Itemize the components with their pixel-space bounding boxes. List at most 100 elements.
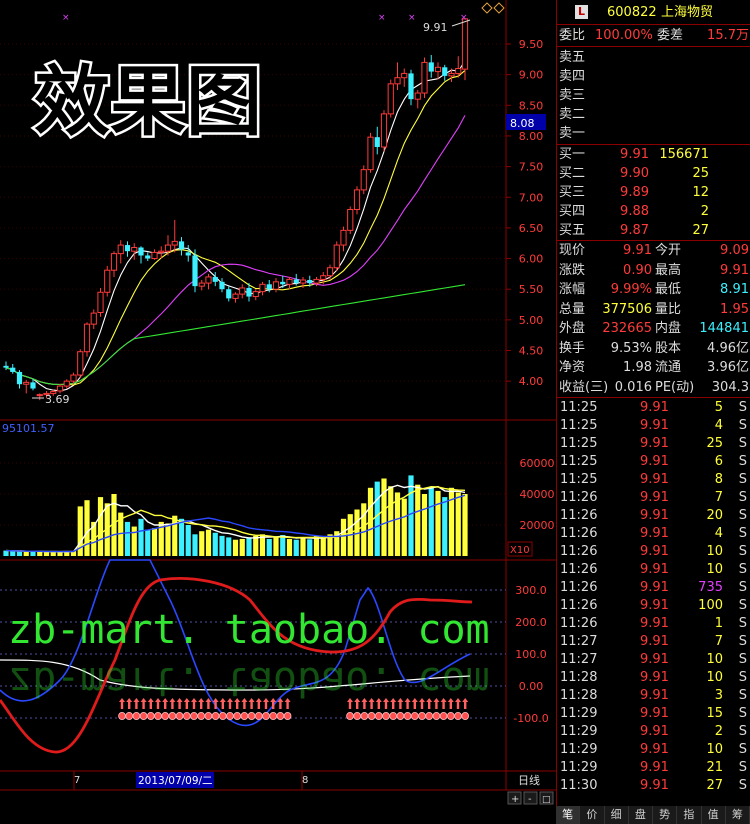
- tick-row: 11:30 9.91 27 S: [557, 776, 750, 795]
- quote-row: 总量 377506 量比 1.95: [557, 300, 750, 319]
- tick-side: S: [738, 724, 747, 739]
- tick-time: 11:29: [560, 724, 598, 739]
- period-label[interactable]: 日线: [518, 773, 540, 787]
- tab-5[interactable]: 指: [677, 806, 702, 824]
- tick-price: 9.91: [640, 616, 669, 631]
- tick-side: S: [738, 706, 747, 721]
- candle: [90, 309, 97, 330]
- volume-bars: [3, 475, 468, 556]
- restore-button[interactable]: □: [539, 791, 554, 805]
- tick-price: 9.91: [640, 760, 669, 775]
- tab-7[interactable]: 筹: [726, 806, 750, 824]
- candle: [212, 272, 218, 287]
- event-marker: ×: [378, 13, 386, 23]
- tab-2[interactable]: 细: [605, 806, 629, 824]
- ask-label: 卖二: [559, 107, 586, 122]
- tick-volume: 20: [706, 508, 723, 523]
- tab-3[interactable]: 盘: [629, 806, 653, 824]
- candle: [219, 278, 225, 293]
- ask-row: 卖五: [557, 48, 750, 67]
- volume-bar: [293, 539, 299, 556]
- tick-price: 9.91: [640, 508, 669, 523]
- tick-volume: 5: [714, 400, 723, 415]
- candle: [205, 273, 212, 290]
- tick-price: 9.91: [640, 454, 669, 469]
- tick-row: 11:26 9.91 20 S: [557, 506, 750, 525]
- tab-1[interactable]: 价: [580, 806, 605, 824]
- volume-bar: [50, 552, 56, 556]
- candle: [421, 57, 428, 98]
- quote-label: 净资: [559, 360, 586, 375]
- tick-price: 9.91: [640, 670, 669, 685]
- tick-price: 9.91: [640, 400, 669, 415]
- bid-row: 买四 9.88 2: [557, 202, 750, 221]
- tick-row: 11:28 9.91 3 S: [557, 686, 750, 705]
- candle: [442, 64, 448, 81]
- signal-ball: [118, 712, 126, 721]
- candle: [461, 18, 469, 81]
- indicator-axis: 300.0 200.0 100.0 0.00 -100.0: [513, 584, 548, 725]
- bid-label: 买五: [559, 223, 586, 238]
- quote-value: 232665: [602, 321, 652, 336]
- candle: [232, 292, 239, 303]
- selected-date-label: 2013/07/09/二: [138, 775, 213, 787]
- tick-volume: 21: [706, 760, 723, 775]
- ask-label: 卖三: [559, 88, 586, 103]
- tick-volume: 15: [706, 706, 723, 721]
- bid-volume: 2: [700, 204, 709, 219]
- volume-axis: 60000 40000 20000: [520, 457, 555, 532]
- quote-value: 1.98: [623, 360, 652, 375]
- signal-ball: [262, 712, 270, 721]
- tick-price: 9.91: [640, 634, 669, 649]
- quote-value: 8.91: [720, 282, 749, 297]
- tab-4[interactable]: 势: [653, 806, 678, 824]
- svg-text:+: +: [511, 794, 519, 805]
- signal-ball: [219, 712, 227, 721]
- volume-bar: [192, 534, 198, 556]
- signal-ball: [396, 712, 405, 721]
- tick-side: S: [738, 778, 747, 793]
- zoom-out-button[interactable]: -: [523, 791, 538, 805]
- quote-value: 1.95: [720, 301, 749, 317]
- tick-volume: 10: [706, 670, 723, 685]
- signal-ball: [346, 712, 354, 721]
- tab-6[interactable]: 值: [702, 806, 726, 824]
- tick-side: S: [738, 652, 747, 667]
- bid-row: 买二 9.90 25: [557, 164, 750, 183]
- chart-area[interactable]: 9.50 9.00 8.50 8.00 7.50 7.00 6.50 6.00 5.50 5.00…: [0, 0, 556, 824]
- stock-code: 600822: [607, 5, 657, 20]
- price-tick-label: 9.50: [519, 38, 544, 51]
- tick-price: 9.91: [640, 436, 669, 451]
- tick-row: 11:26 9.91 10 S: [557, 542, 750, 561]
- signal-ball: [211, 712, 220, 721]
- signal-ball: [425, 712, 434, 721]
- tick-row: 11:25 9.91 5 S: [557, 398, 750, 417]
- signal-ball: [197, 712, 206, 721]
- signal-ball: [403, 712, 412, 721]
- quote-row: 收益(三) 0.016 PE(动) 304.3: [557, 378, 750, 397]
- quote-label: 换手: [559, 340, 586, 356]
- quote-label: 涨跌: [559, 262, 586, 278]
- tick-row: 11:26 9.91 735 S: [557, 578, 750, 597]
- volume-bar: [145, 529, 151, 556]
- bid-volume: 156671: [659, 147, 709, 162]
- volume-bar: [340, 518, 347, 556]
- candle: [387, 79, 394, 118]
- volume-bar: [455, 492, 461, 556]
- signal-ball: [147, 712, 155, 721]
- tick-side: S: [738, 436, 747, 451]
- tab-0[interactable]: 笔: [556, 806, 581, 824]
- tick-price: 9.91: [640, 418, 669, 433]
- tick-volume: 735: [698, 580, 723, 595]
- signal-ball: [353, 712, 362, 721]
- zoom-in-button[interactable]: +: [507, 791, 522, 805]
- candle: [353, 186, 361, 215]
- event-marker: ×: [408, 13, 416, 23]
- tick-side: S: [738, 598, 747, 613]
- tick-time: 11:26: [560, 562, 598, 577]
- tick-time: 11:25: [560, 454, 598, 469]
- ask-label: 卖五: [559, 50, 586, 65]
- candle: [259, 281, 266, 296]
- stock-header: L 600822 上海物贸: [557, 3, 750, 22]
- volume-bar: [10, 551, 16, 556]
